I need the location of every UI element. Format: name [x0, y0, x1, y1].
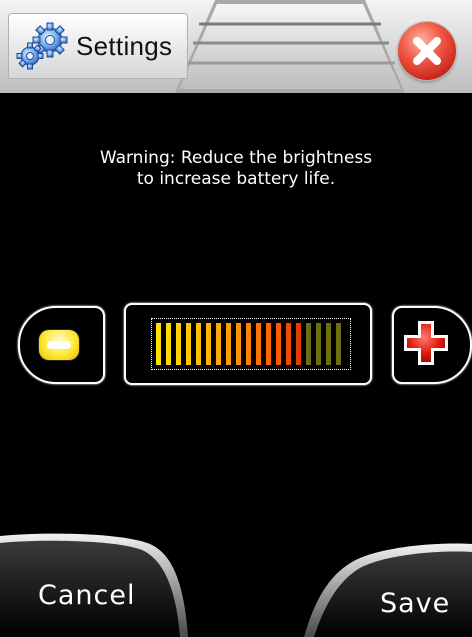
- brightness-focus-outline: [151, 318, 351, 370]
- brightness-segment: [296, 323, 301, 365]
- brightness-segment: [326, 323, 331, 365]
- brightness-segment: [266, 323, 271, 365]
- brightness-segment: [206, 323, 211, 365]
- brightness-level-indicator[interactable]: [124, 303, 372, 385]
- brightness-segment: [316, 323, 321, 365]
- brightness-segment: [226, 323, 231, 365]
- warning-line-1: Warning: Reduce the brightness: [99, 148, 373, 168]
- title-bar-decoration: [175, 0, 405, 93]
- brightness-segment: [156, 323, 161, 365]
- brightness-segment: [196, 323, 201, 365]
- plus-icon: [404, 321, 448, 365]
- increase-brightness-button[interactable]: [392, 306, 472, 384]
- brightness-segment: [336, 323, 341, 365]
- brightness-segment: [176, 323, 181, 365]
- title-bar: Settings: [0, 0, 472, 93]
- brightness-segment: [246, 323, 251, 365]
- battery-warning: Warning: Reduce the brightness to increa…: [0, 148, 472, 190]
- decrease-brightness-button[interactable]: [18, 306, 105, 384]
- cancel-button-label: Cancel: [38, 580, 136, 611]
- brightness-segment: [306, 323, 311, 365]
- brightness-segment: [186, 323, 191, 365]
- save-button-label: Save: [380, 588, 451, 619]
- minus-icon: [39, 330, 79, 360]
- brightness-segment: [286, 323, 291, 365]
- warning-line-2: to increase battery life.: [136, 169, 336, 189]
- brightness-segment: [216, 323, 221, 365]
- brightness-segment: [276, 323, 281, 365]
- page-title: Settings: [76, 31, 173, 61]
- brightness-bars: [156, 323, 346, 365]
- close-button[interactable]: [398, 22, 456, 80]
- gears-icon: [16, 22, 68, 70]
- brightness-segment: [236, 323, 241, 365]
- close-icon: [413, 37, 441, 65]
- save-button[interactable]: [300, 530, 472, 637]
- brightness-segment: [256, 323, 261, 365]
- brightness-segment: [166, 323, 171, 365]
